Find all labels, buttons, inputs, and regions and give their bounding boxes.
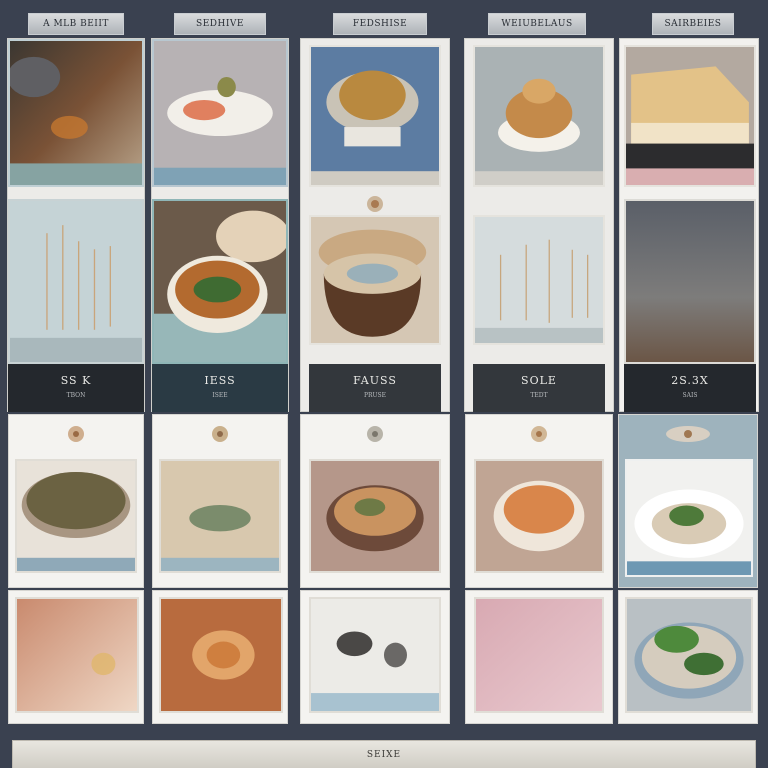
tab-1[interactable]: A MLB BEIIT <box>28 13 124 35</box>
food-card-2[interactable] <box>152 414 288 588</box>
food-image-stone[interactable] <box>624 199 756 364</box>
food-column-2: IESS ISEE <box>151 38 289 412</box>
food-column-5: 2S.3X SAIS <box>619 38 759 412</box>
food-image-plate-greens <box>625 459 753 577</box>
food-card-3b[interactable] <box>300 590 450 724</box>
food-emblem-icon <box>361 191 389 217</box>
column-label-block: SS K TBON <box>8 364 144 412</box>
food-image-pasta <box>159 597 283 713</box>
food-image-nebula[interactable] <box>8 39 144 187</box>
food-image-soup <box>15 459 137 573</box>
food-image-pink-texture <box>474 597 604 713</box>
food-image-bowl-stew <box>309 459 441 573</box>
column-sublabel: ISEE <box>212 392 228 399</box>
food-image-orange-soup <box>474 459 604 573</box>
column-sublabel: TBON <box>66 392 86 399</box>
column-label-block: FAUSS PRUSE <box>309 364 441 412</box>
column-label: 2S.3X <box>671 374 709 387</box>
food-image-bowl-greens[interactable] <box>152 199 288 364</box>
column-label: SOLE <box>521 374 557 387</box>
food-card-1[interactable] <box>8 414 144 588</box>
food-image-stew-pot[interactable] <box>309 215 441 345</box>
food-card-1b[interactable] <box>8 590 144 724</box>
column-label: SS K <box>60 374 92 387</box>
food-image-salad <box>625 597 753 713</box>
food-card-4[interactable] <box>465 414 613 588</box>
column-label-block: IESS ISEE <box>152 364 288 412</box>
column-sublabel: SAIS <box>682 392 698 399</box>
food-card-4b[interactable] <box>465 590 613 724</box>
column-sublabel: TEDT <box>530 392 548 399</box>
food-column-1: SS K TBON <box>7 38 145 412</box>
food-image-peach-texture <box>15 597 139 713</box>
food-card-5b[interactable] <box>618 590 758 724</box>
tab-5[interactable]: SAIRBEIES <box>652 13 734 35</box>
column-label: FAUSS <box>353 374 397 387</box>
food-emblem-icon <box>525 421 553 447</box>
food-card-5[interactable] <box>618 414 758 588</box>
food-column-3: FAUSS PRUSE <box>300 38 450 412</box>
food-image-cake-slice[interactable] <box>624 45 756 187</box>
food-image-reeds-2[interactable] <box>473 215 605 345</box>
food-emblem-icon <box>206 421 234 447</box>
food-image-bun[interactable] <box>473 45 605 187</box>
food-image-reeds[interactable] <box>8 199 144 364</box>
food-image-herb <box>159 459 281 573</box>
tab-4[interactable]: WEIUBELAUS <box>488 13 586 35</box>
tab-2[interactable]: SEDHIVE <box>174 13 266 35</box>
food-emblem-icon <box>361 421 389 447</box>
food-emblem-icon <box>658 421 718 447</box>
column-label: IESS <box>204 374 236 387</box>
food-image-stones <box>309 597 441 713</box>
food-image-glass-bowl[interactable] <box>309 45 441 187</box>
food-emblem-icon <box>62 421 90 447</box>
food-card-3[interactable] <box>300 414 450 588</box>
food-image-plate[interactable] <box>152 39 288 187</box>
tab-3[interactable]: FEDSHISE <box>333 13 427 35</box>
column-label-block: SOLE TEDT <box>473 364 605 412</box>
food-card-2b[interactable] <box>152 590 288 724</box>
footer-bar[interactable]: SEIXE <box>12 740 756 768</box>
footer-label: SEIXE <box>366 750 402 760</box>
food-column-4: SOLE TEDT <box>464 38 614 412</box>
column-sublabel: PRUSE <box>363 392 387 399</box>
column-label-block: 2S.3X SAIS <box>624 364 756 412</box>
